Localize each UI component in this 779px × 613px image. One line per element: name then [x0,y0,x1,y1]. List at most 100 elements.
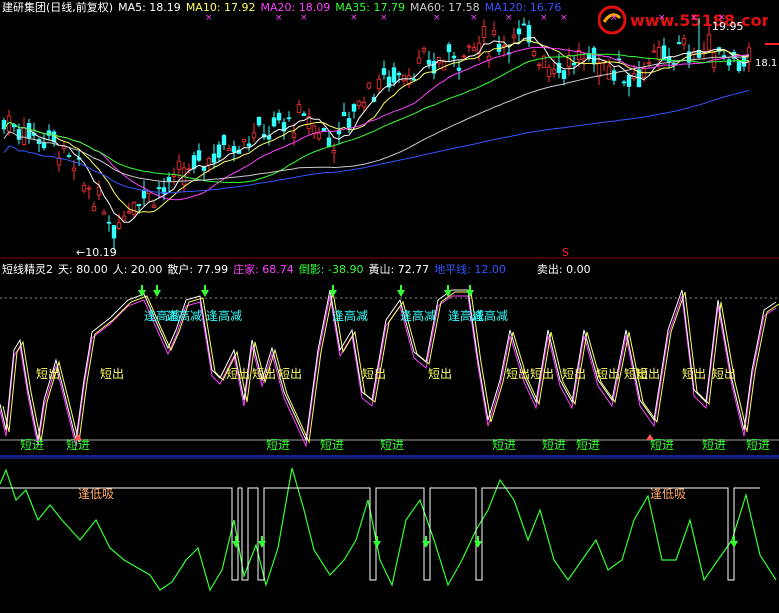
candle [226,148,232,151]
candle [646,62,652,65]
short-in-label: 短进 [702,438,726,452]
candle [296,104,302,113]
candle [381,68,387,75]
sell-marker: S [562,246,569,259]
candle [141,189,147,199]
candle [151,204,157,208]
candle [671,63,677,65]
candle [521,23,527,26]
short-in-label: 短进 [20,438,44,452]
signal-marker: × [205,13,213,23]
high-price-label: 19.95 [712,20,744,33]
candle [206,157,212,166]
ma-line-ma10 [3,39,750,214]
short-in-label: 短进 [492,438,516,452]
short-in-label: 短进 [320,438,344,452]
candle [21,127,27,145]
candle [726,59,732,66]
candle [456,67,462,71]
candle [706,34,712,51]
short-out-label: 短出 [636,367,660,381]
ma-line-ma120 [3,89,750,194]
up-arrow-icon [646,434,654,440]
high-reduce-label: 逢高减 [332,308,368,323]
short-in-label: 短进 [542,438,566,452]
short-out-label: 短出 [506,367,530,381]
short-in-label: 短进 [66,438,90,452]
short-in-label: 短进 [746,438,770,452]
candle [361,102,367,108]
candle [466,45,472,48]
short-out-label: 短出 [100,367,124,381]
candle [421,48,427,52]
down-arrow-icon [474,541,482,548]
candle [481,26,487,38]
down-arrow-icon [201,290,209,297]
candle [621,81,627,84]
candle [356,100,362,107]
high-reduce-label: 逢高减 [166,308,202,323]
candle [416,57,422,64]
candle [246,143,252,147]
candle [276,112,282,121]
chart-canvas: × × × × × × × × × × × × × ×←10.1919.9518.1S短出 短出 短出 短出 短出… [0,13,779,592]
short-in-label: 短进 [576,438,600,452]
candle [571,62,577,66]
chart-window: 建研集团(日线,前复权) MA5: 18.19 MA10: 17.92 MA20: 1… [0,0,779,613]
signal-marker: × [560,13,568,23]
low-buy-label: 逢低吸 [78,487,114,501]
candle [136,204,142,207]
candle [651,50,657,53]
candle [191,155,197,169]
candle [351,104,357,112]
signal-marker: × [350,13,358,23]
candle [461,55,467,58]
candle [336,130,342,135]
candle [91,205,97,212]
candle [656,46,662,61]
candle [511,34,517,39]
candle [326,137,332,147]
signal-marker: × [540,13,548,23]
candle [121,215,127,221]
candle [516,28,522,35]
candle [376,78,382,90]
down-arrow-icon [258,541,266,548]
candle [71,167,77,172]
candle [101,211,107,215]
candle [551,68,557,75]
candle [491,30,497,36]
high-reduce-label: 逢高减 [472,308,508,323]
candle [396,72,402,76]
candle [591,47,597,65]
down-arrow-icon [153,290,161,297]
short-out-label: 短出 [278,367,302,381]
huangshan-line [0,289,777,442]
signal-marker: × [690,13,698,23]
short-out-label: 短出 [362,367,386,381]
candle [426,59,432,65]
down-arrow-icon [444,290,452,297]
short-out-label: 短出 [712,367,736,381]
candle [216,144,222,158]
signal-marker: × [505,13,513,23]
candle [291,132,297,139]
candle [366,82,372,89]
candle [171,174,177,177]
candle [566,54,572,67]
short-out-label: 短出 [36,367,60,381]
candle [391,67,397,83]
candle [451,55,457,59]
candle [231,146,237,153]
candle [596,62,602,77]
down-arrow-icon [422,541,430,548]
candle [256,116,262,126]
last-price-label: 18.1 [755,58,777,69]
candle [86,187,92,190]
candle [196,150,202,161]
down-arrow-icon [730,541,738,548]
candle [606,65,612,80]
candle [156,187,162,190]
candle [211,153,217,163]
low-buy-label: 逢低吸 [650,487,686,501]
